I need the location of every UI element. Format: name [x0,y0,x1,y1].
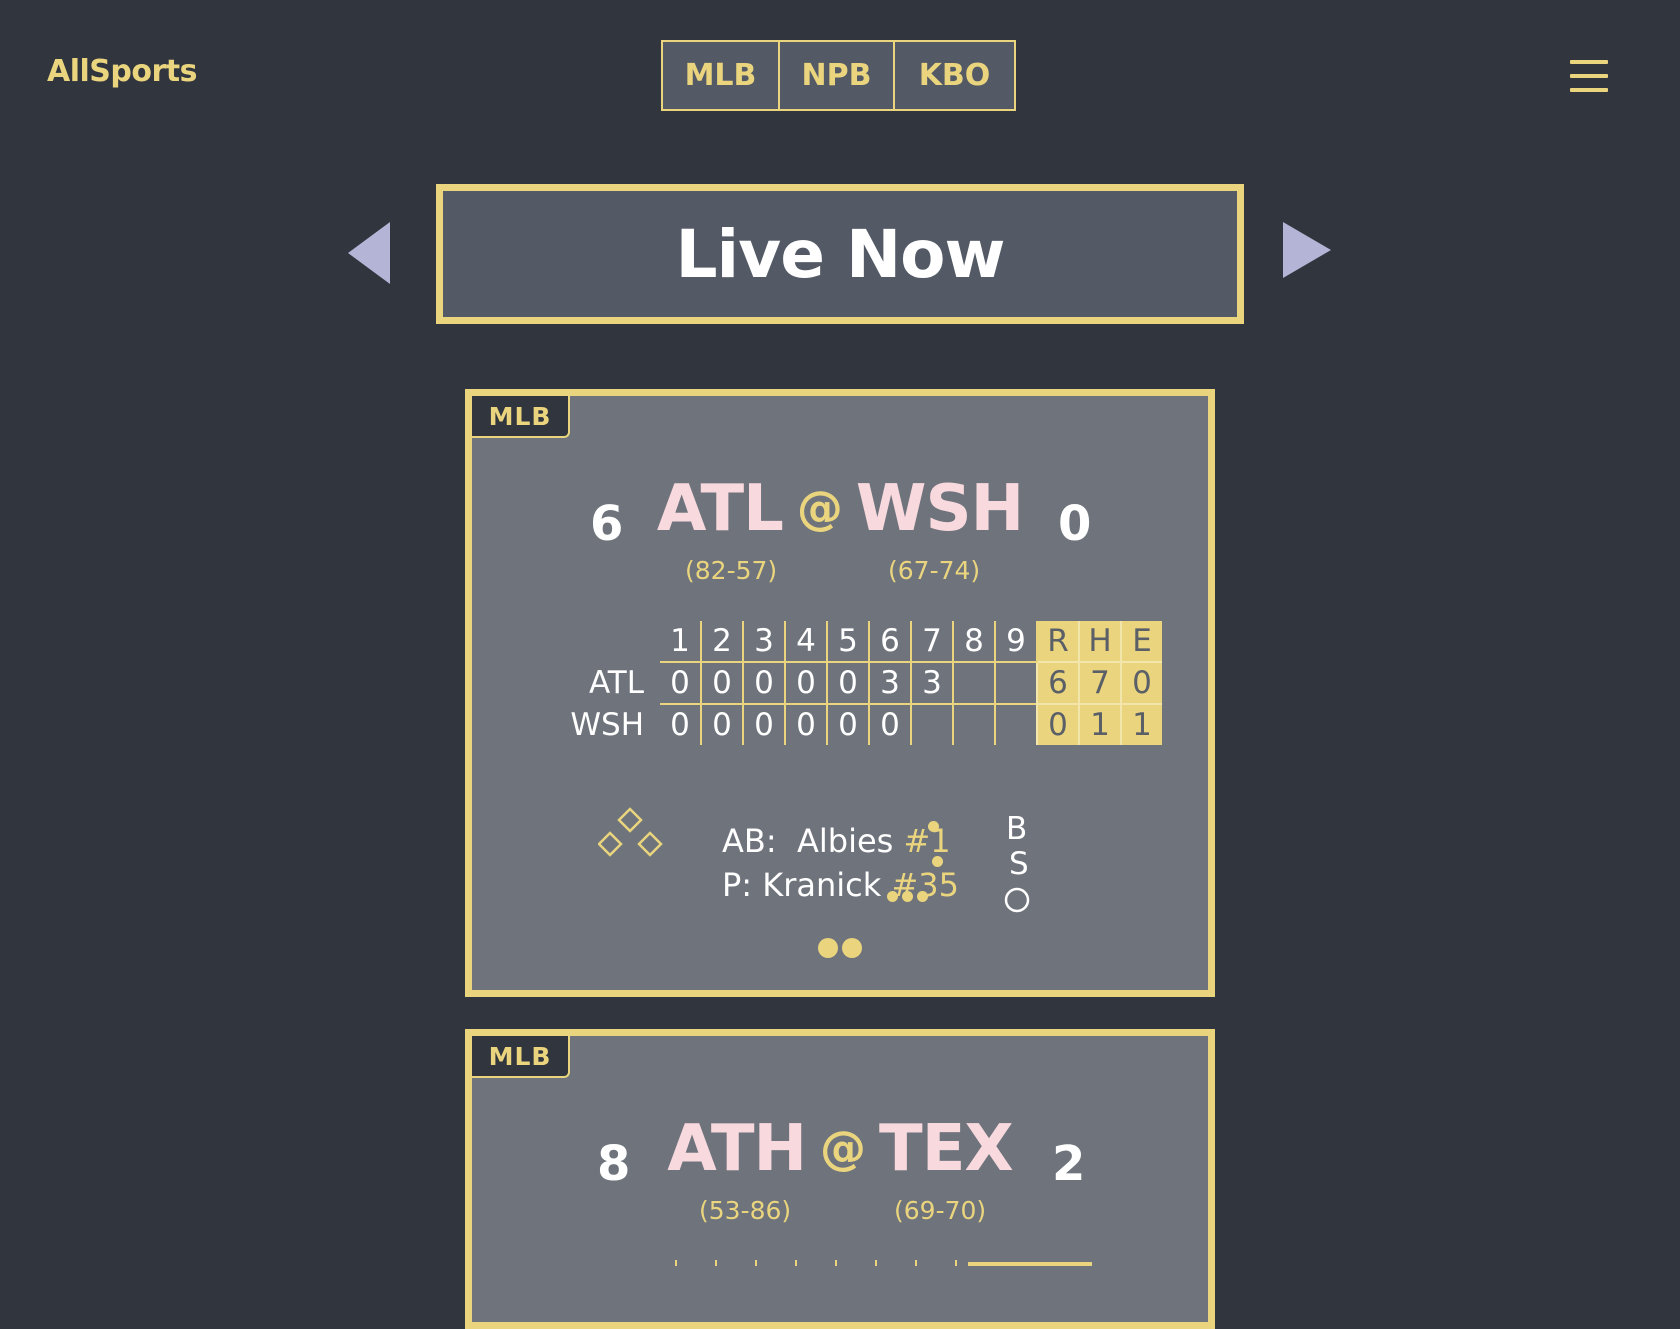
inning-score: 0 [660,661,701,704]
pitcher-label: P: [722,866,753,904]
inning-score: 0 [742,703,785,745]
linescore-header-row: 1 2 3 4 5 6 7 8 9 R H E [543,621,1162,662]
runs-total: 0 [1036,703,1079,745]
inning-score [994,703,1037,745]
runs-total: 6 [1036,661,1079,704]
inning-score [952,661,995,704]
runs-header: R [1036,621,1079,662]
inning-score: 0 [784,661,827,704]
linescore-table-partial [675,1260,1092,1266]
errors-total: 1 [1120,703,1162,745]
league-badge: MLB [472,396,570,438]
inning-score: 0 [826,661,869,704]
inning-score: 0 [868,703,911,745]
inning-header: 3 [742,621,785,662]
away-team[interactable]: ATH [667,1112,807,1186]
pitcher-name[interactable]: Kranick [762,866,881,904]
matchup-title: ATL @ WSH [472,472,1208,546]
errors-total: 0 [1120,661,1162,704]
linescore-team: WSH [570,706,644,743]
home-record: (69-70) [894,1196,987,1225]
game-card[interactable]: MLB 8 ATH @ TEX 2 (53-86) (69-70) [465,1029,1215,1329]
league-badge: MLB [472,1036,570,1078]
hits-total: 1 [1078,703,1121,745]
balls-dots [928,821,939,832]
matchup-title: ATH @ TEX [472,1112,1208,1186]
batter-name[interactable]: Albies [797,822,893,860]
triangle-right-icon[interactable] [1283,222,1331,278]
inning-score [994,661,1037,704]
away-team[interactable]: ATL [657,472,784,546]
home-team[interactable]: WSH [856,472,1024,546]
inning-header: 6 [868,621,911,662]
diamond-bases-icon [598,807,663,857]
inning-score [910,703,953,745]
inning-score: 0 [660,703,701,745]
inning-score: 0 [784,703,827,745]
inning-score: 3 [910,661,953,704]
league-tabs: MLB NPB KBO [661,40,1016,111]
inning-header: 4 [784,621,827,662]
home-team[interactable]: TEX [879,1112,1014,1186]
inning-score: 0 [742,661,785,704]
home-score: 2 [1052,1136,1086,1192]
hits-total: 7 [1078,661,1121,704]
at-bat-label: AB: [722,822,777,860]
home-score: 0 [1058,496,1092,552]
tab-kbo[interactable]: KBO [893,42,1014,109]
inning-score: 3 [868,661,911,704]
linescore-corner [543,621,660,662]
linescore-table: 1 2 3 4 5 6 7 8 9 R H E ATL 0 0 0 0 0 3 … [543,621,1162,745]
hits-header: H [1078,621,1121,662]
at-bat-line: AB: Albies #1 [722,819,959,863]
pager-dot[interactable] [842,938,862,958]
inning-header: 1 [670,623,690,659]
inning-header: 5 [826,621,869,662]
linescore-home-row: WSH 0 0 0 0 0 0 0 1 1 [543,703,1162,745]
inning-header: 2 [700,621,743,662]
hamburger-menu-icon[interactable] [1570,58,1608,94]
at-symbol: @ [820,1121,866,1175]
pager-dot[interactable] [818,938,838,958]
outs-dots [887,891,928,902]
inning-header: 9 [994,621,1037,662]
away-record: (82-57) [685,556,778,585]
tab-mlb[interactable]: MLB [663,42,778,109]
card-pager[interactable] [472,938,1208,958]
tab-npb[interactable]: NPB [778,42,893,109]
top-navigation-bar: AllSports MLB NPB KBO [0,0,1680,150]
errors-header: E [1120,621,1162,662]
away-record: (53-86) [699,1196,792,1225]
inning-score: 0 [700,661,743,704]
inning-header: 8 [952,621,995,662]
strikes-label: S [1009,846,1029,882]
section-title: Live Now [675,215,1006,293]
app-logo[interactable]: AllSports [47,54,197,89]
at-symbol: @ [796,481,843,535]
game-card[interactable]: MLB 6 ATL @ WSH 0 (82-57) (67-74) 1 2 3 4 … [465,389,1215,997]
triangle-left-icon[interactable] [348,222,390,284]
section-header: Live Now [436,184,1244,324]
home-record: (67-74) [888,556,981,585]
inning-score [952,703,995,745]
linescore-away-row: ATL 0 0 0 0 0 3 3 6 7 0 [543,661,1162,704]
inning-score: 0 [826,703,869,745]
strikes-dots [932,856,943,867]
linescore-team: ATL [588,665,644,701]
balls-label: B [1006,811,1028,847]
inning-header: 7 [910,621,953,662]
inning-score: 0 [700,703,743,745]
outs-circle-icon [1004,887,1030,913]
